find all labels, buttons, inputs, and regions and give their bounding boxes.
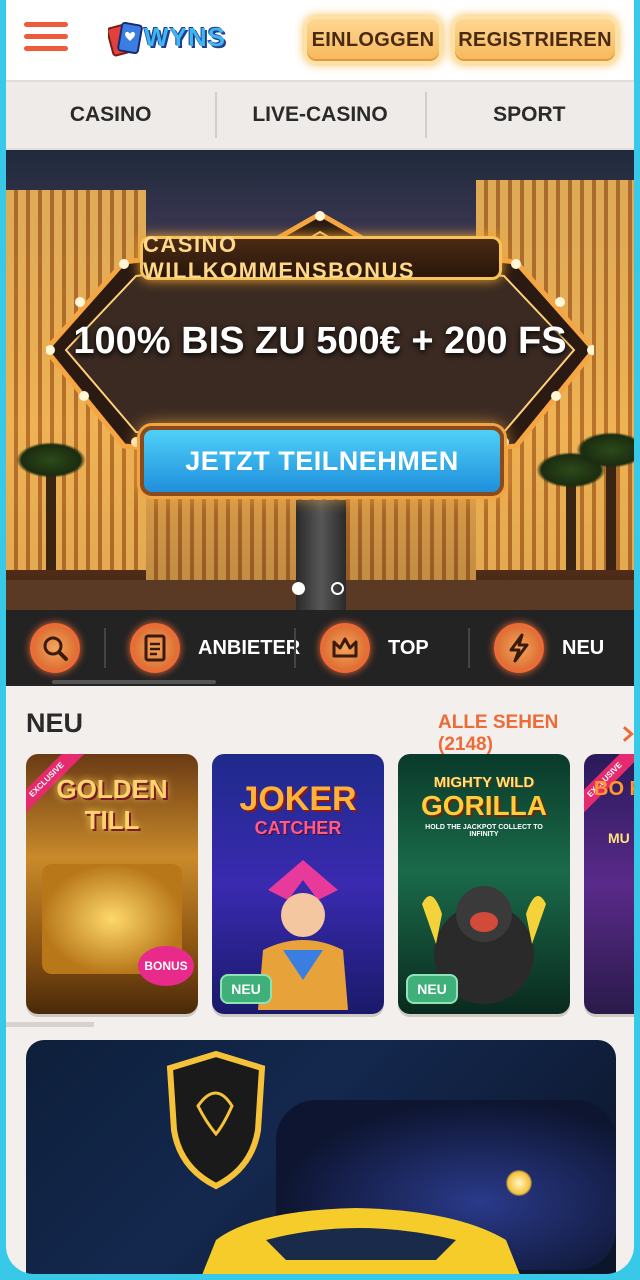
new-badge: NEU (406, 974, 458, 1004)
game-tile[interactable]: MIGHTY WILD GORILLA HOLD THE JACKPOT COL… (398, 754, 570, 1014)
shield-icon (166, 1050, 266, 1190)
game-subtitle: MIGHTY WILD (433, 774, 535, 791)
category-new[interactable]: NEU (494, 610, 604, 686)
category-label: NEU (562, 636, 605, 659)
category-label: ANBIETER (198, 636, 301, 659)
tab-live-casino[interactable]: LIVE-CASINO (215, 82, 424, 148)
tab-casino[interactable]: CASINO (6, 82, 215, 148)
lightning-icon (494, 623, 544, 673)
game-title: JOKER (239, 780, 357, 818)
top-navigation: CASINO LIVE-CASINO SPORT (6, 80, 634, 150)
cards-icon (108, 21, 143, 57)
carousel-dots (292, 582, 344, 595)
game-title: BO FR (594, 778, 634, 800)
promo-banner[interactable] (26, 1040, 616, 1274)
game-subtitle: CATCHER (254, 818, 342, 838)
crown-icon (320, 623, 370, 673)
game-title: GOLDEN TILL (56, 774, 168, 835)
category-search[interactable] (30, 610, 80, 686)
logo[interactable]: WYNS (102, 14, 242, 64)
game-tagline: HOLD THE JACKPOT COLLECT TO INFINITY (425, 824, 543, 838)
chevron-right-icon (623, 726, 634, 742)
see-all-label: ALLE SEHEN (2148) (438, 712, 559, 755)
game-tile[interactable]: EXCLUSIVE GOLDEN TILL BONUS (26, 754, 198, 1014)
logo-text: WYNS (144, 22, 226, 52)
game-tile[interactable]: JOKER CATCHER NEU (212, 754, 384, 1014)
hero-banner[interactable]: CASINO WILLKOMMENSBONUS 100% BIS ZU 500€… (6, 150, 634, 610)
palm-tree (576, 432, 634, 570)
category-providers[interactable]: ANBIETER (130, 610, 300, 686)
street-lamp (506, 1170, 532, 1196)
login-button[interactable]: EINLOGGEN (304, 16, 442, 64)
carousel-dot-2[interactable] (331, 582, 344, 595)
category-top[interactable]: TOP (320, 610, 429, 686)
section-title: NEU (26, 708, 84, 738)
palm-tree (536, 452, 606, 570)
car-illustration (202, 1208, 520, 1274)
document-icon (130, 623, 180, 673)
bonus-badge: BONUS (138, 946, 194, 986)
game-tile[interactable]: EXCLUSIVE BO FR MU (584, 754, 634, 1014)
app-frame: WYNS EINLOGGEN REGISTRIEREN CASINO LIVE-… (6, 0, 634, 1274)
tab-sport[interactable]: SPORT (424, 82, 634, 148)
see-all-link[interactable]: ALLE SEHEN (2148) (438, 712, 634, 756)
divider (104, 628, 106, 668)
bonus-badge: CASINO WILLKOMMENSBONUS (140, 232, 502, 283)
join-now-button[interactable]: JETZT TEILNEHMEN (140, 426, 504, 496)
search-icon (30, 623, 80, 673)
carousel-dot-1[interactable] (292, 582, 305, 595)
game-carousel: EXCLUSIVE GOLDEN TILL BONUS JOKER CATCHE… (26, 754, 634, 1014)
category-bar: ANBIETER TOP NEU (6, 610, 634, 686)
category-label: TOP (388, 636, 429, 659)
palm-tree (16, 442, 86, 570)
game-title: GORILLA (421, 790, 547, 821)
divider (468, 628, 470, 668)
register-button[interactable]: REGISTRIEREN (452, 16, 618, 64)
new-badge: NEU (220, 974, 272, 1004)
game-subtitle: MU (608, 830, 630, 846)
games-scrollbar[interactable] (6, 1022, 94, 1027)
header: WYNS EINLOGGEN REGISTRIEREN (6, 0, 634, 80)
divider (294, 628, 296, 668)
menu-icon[interactable] (24, 22, 68, 56)
category-scrollbar[interactable] (52, 680, 216, 684)
bonus-headline: 100% BIS ZU 500€ + 200 FS (73, 320, 567, 362)
